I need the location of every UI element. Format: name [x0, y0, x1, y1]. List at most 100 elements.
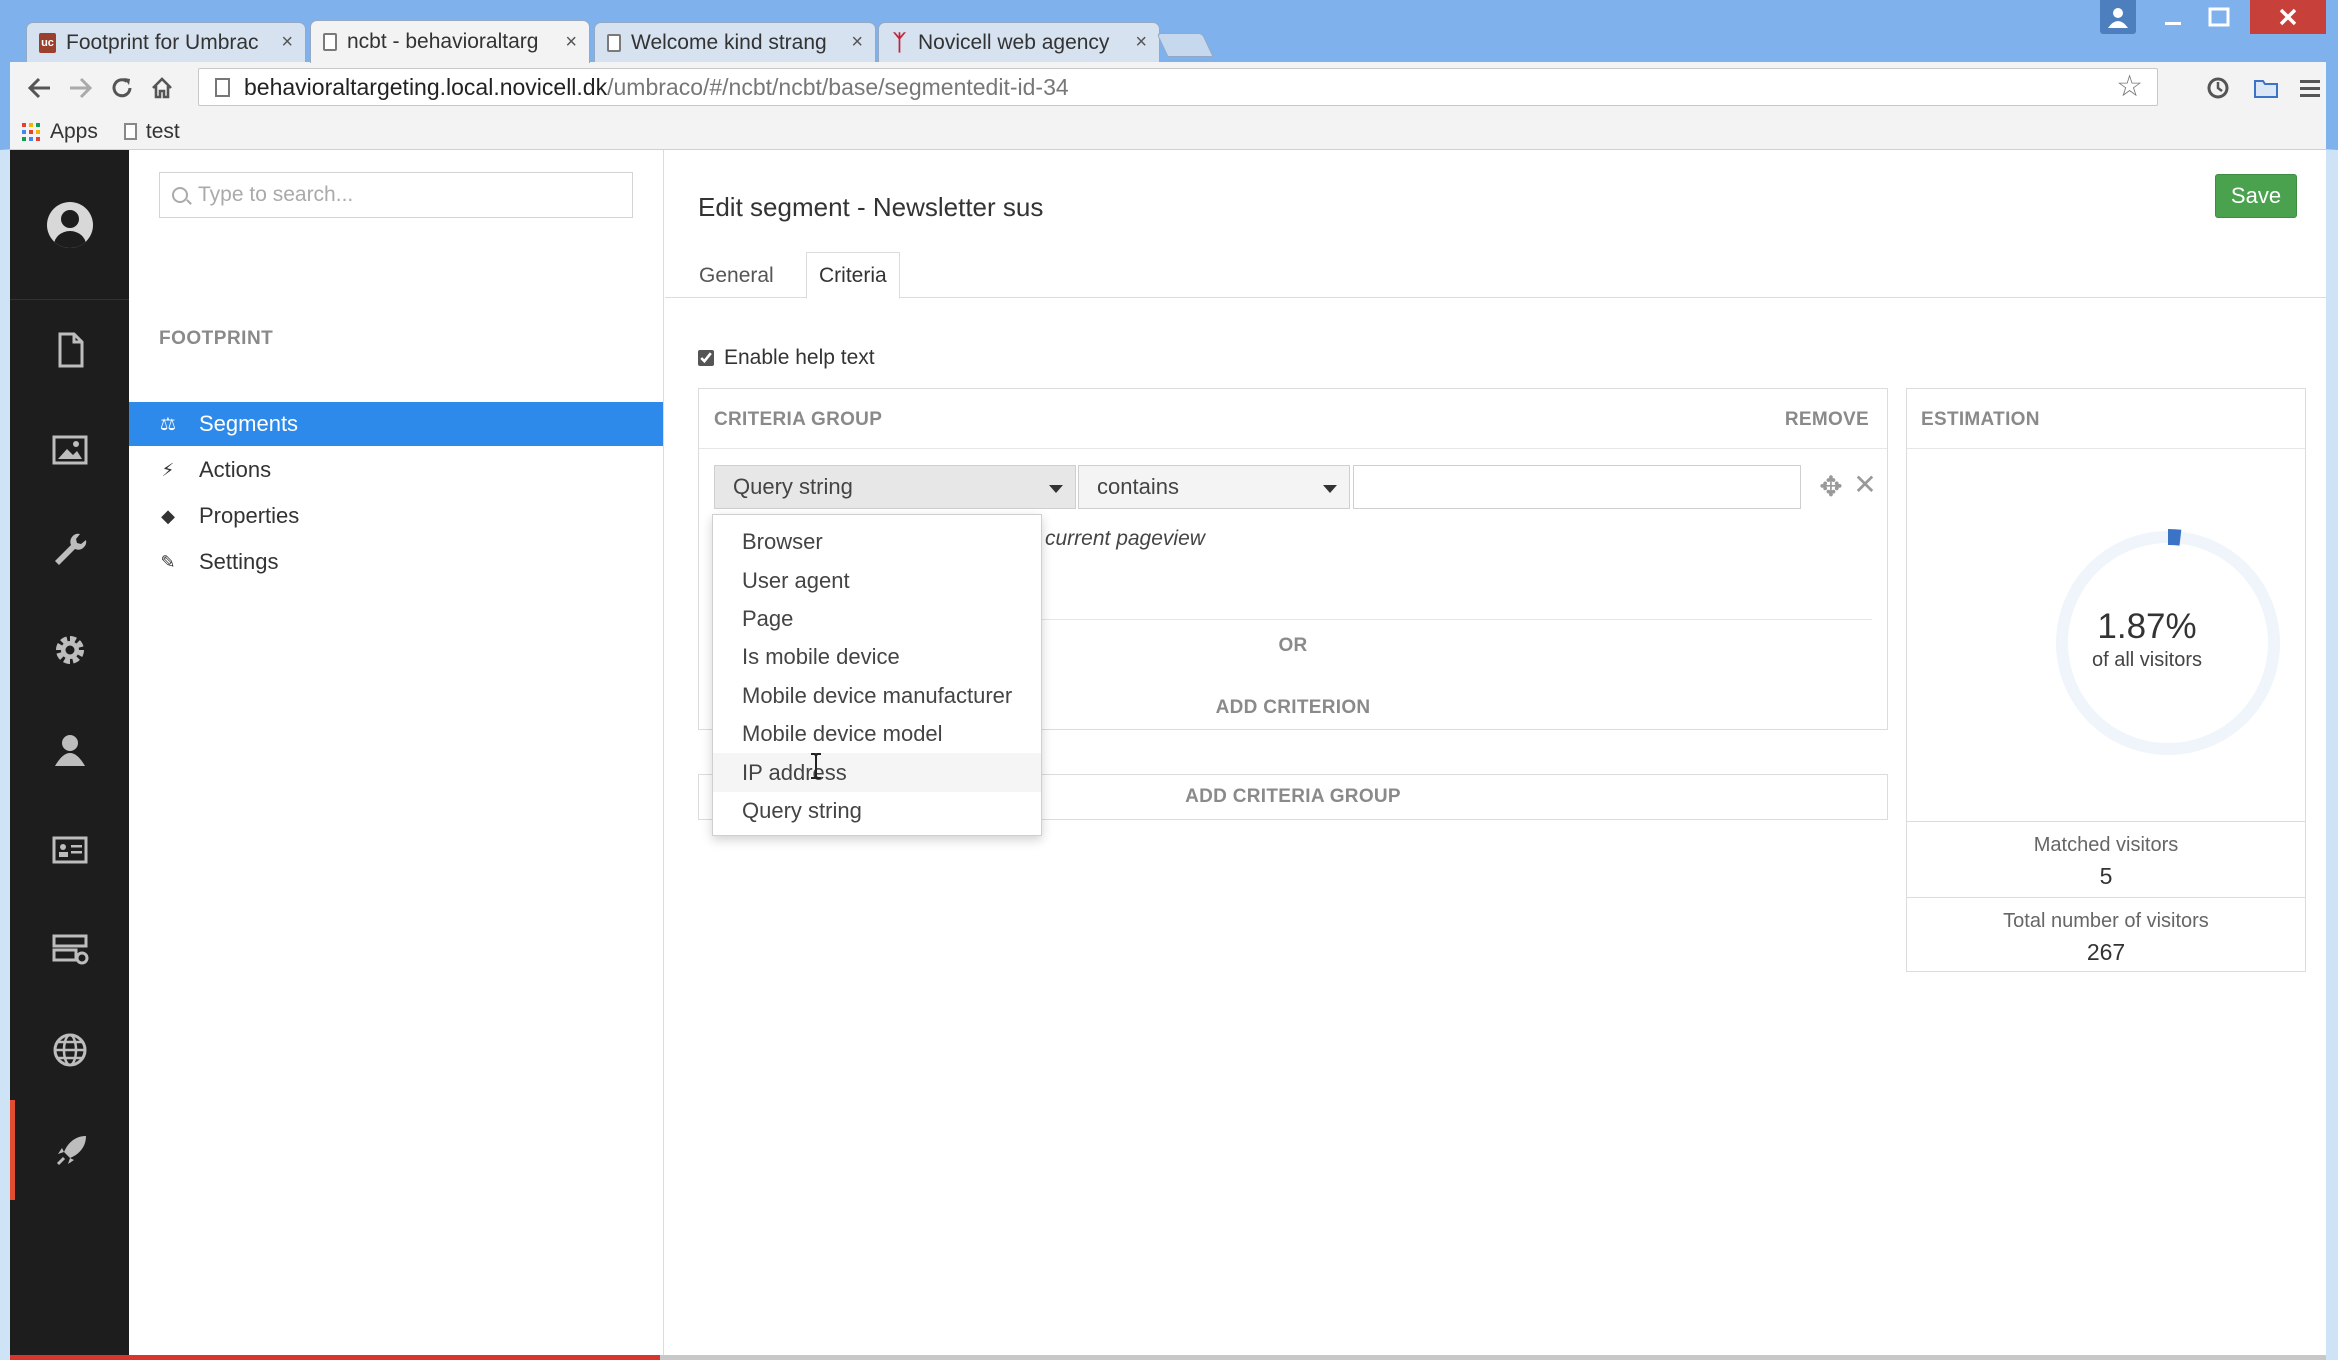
new-tab-button[interactable] — [1156, 33, 1214, 57]
help-text-checkbox[interactable] — [698, 350, 714, 366]
tree-item-label: Settings — [199, 549, 279, 574]
nav-forms[interactable] — [10, 900, 129, 1000]
dropdown-option[interactable]: Browser — [713, 523, 1041, 561]
tag-icon: ◆ — [161, 505, 175, 526]
progress-fill — [10, 1355, 660, 1360]
search-icon — [172, 187, 188, 203]
home-icon[interactable] — [142, 62, 182, 114]
remove-group-link[interactable]: REMOVE — [1785, 409, 1869, 431]
criteria-group-title: CRITERIA GROUP — [714, 409, 883, 430]
close-tab-icon[interactable]: × — [565, 31, 577, 54]
dropdown-option[interactable]: Page — [713, 600, 1041, 638]
back-arrow-icon[interactable] — [20, 62, 60, 114]
search-input[interactable] — [198, 183, 618, 207]
scale-icon: ⚖ — [159, 413, 177, 434]
dropdown-option[interactable]: User agent — [713, 561, 1041, 599]
browser-titlebar: uc Footprint for Umbrac × ncbt - behavio… — [0, 0, 2338, 63]
criterion-operator-select[interactable]: contains — [1078, 465, 1350, 509]
nav-settings-wrench[interactable] — [10, 500, 129, 600]
tree-item-label: Actions — [199, 457, 272, 482]
extension-sync-icon[interactable] — [2198, 62, 2238, 114]
menu-hamburger-icon[interactable] — [2290, 62, 2330, 114]
enable-help-text[interactable]: Enable help text — [698, 346, 875, 370]
add-criteria-group-label: ADD CRITERIA GROUP — [1185, 786, 1401, 807]
page-icon — [323, 33, 337, 51]
criterion-field-select[interactable]: Query string — [714, 465, 1076, 509]
extension-folder-icon[interactable] — [2246, 62, 2286, 114]
nav-media[interactable] — [10, 400, 129, 500]
dropdown-option[interactable]: Is mobile device — [713, 638, 1041, 676]
nav-content[interactable] — [10, 300, 129, 400]
caret-down-icon — [1049, 485, 1063, 493]
donut-arc — [2167, 529, 2182, 546]
bookmark-label: test — [145, 119, 180, 143]
tab-label: ncbt - behavioraltarg — [347, 30, 539, 53]
dropdown-option[interactable]: Query string — [713, 792, 1041, 830]
criterion-value-input[interactable] — [1353, 465, 1801, 509]
page-icon — [215, 77, 230, 97]
estimation-panel: ESTIMATION 1.87% of all visitors Matched… — [1906, 388, 2306, 972]
nav-footprint[interactable] — [10, 1100, 129, 1200]
dropdown-option[interactable]: Mobile device manufacturer — [713, 677, 1041, 715]
criteria-group-header: CRITERIA GROUP REMOVE — [699, 389, 1887, 449]
forward-arrow-icon[interactable] — [60, 62, 100, 114]
tree-search[interactable] — [159, 172, 633, 218]
bookmark-test[interactable]: test — [123, 119, 180, 144]
browser-tab-ncbt[interactable]: ncbt - behavioraltarg × — [310, 20, 590, 63]
wrench-icon: ✎ — [160, 551, 176, 572]
nav-users[interactable] — [10, 700, 129, 800]
nav-translation[interactable] — [10, 1000, 129, 1100]
segment-editor: Edit segment - Newsletter sus Save Gener… — [665, 150, 2326, 1360]
server-icon — [52, 934, 88, 965]
close-tab-icon[interactable]: × — [281, 31, 293, 54]
browser-tab-welcome[interactable]: Welcome kind strang × — [594, 22, 876, 62]
criterion-help-text: current pageview — [1045, 527, 1205, 550]
avatar-icon — [46, 201, 93, 248]
nav-members[interactable] — [10, 800, 129, 900]
user-avatar[interactable] — [10, 150, 129, 300]
minimize-icon[interactable] — [2150, 0, 2196, 34]
tab-general[interactable]: General — [687, 252, 786, 299]
help-text-label: Enable help text — [724, 346, 875, 369]
tree-item-properties[interactable]: ◆ Properties — [129, 494, 663, 538]
dropdown-option[interactable]: Mobile device model — [713, 715, 1041, 753]
tree-item-actions[interactable]: ⚡ Actions — [129, 448, 663, 492]
tree-item-segments[interactable]: ⚖ Segments — [129, 402, 663, 446]
bookmark-apps[interactable]: Apps — [22, 120, 98, 144]
stat-label: Total number of visitors — [2003, 910, 2209, 932]
save-button[interactable]: Save — [2215, 174, 2297, 218]
caret-down-icon — [1323, 485, 1337, 493]
bookmark-star-icon[interactable]: ☆ — [2116, 69, 2143, 105]
move-icon[interactable]: ✥ — [1817, 473, 1845, 501]
nav-developer[interactable] — [10, 600, 129, 700]
remove-criterion-icon[interactable]: ✕ — [1851, 471, 1879, 499]
user-icon — [54, 735, 85, 766]
estimation-subtitle: of all visitors — [2091, 649, 2203, 671]
page-icon — [607, 33, 621, 52]
reload-icon[interactable] — [102, 62, 142, 114]
bookmark-label: Apps — [50, 119, 98, 143]
tab-label: Welcome kind strang — [631, 30, 827, 54]
maximize-icon[interactable] — [2196, 0, 2242, 34]
rocket-icon — [56, 1136, 86, 1166]
tab-label: Footprint for Umbrac — [66, 30, 259, 54]
total-visitors-stat: Total number of visitors 267 — [1907, 897, 2305, 973]
close-tab-icon[interactable]: × — [1135, 31, 1147, 54]
stat-value: 267 — [2086, 939, 2126, 965]
globe-icon — [53, 1033, 86, 1067]
tree-item-label: Properties — [199, 503, 300, 528]
address-bar[interactable]: behavioraltargeting.local.novicell.dk/um… — [198, 68, 2158, 106]
field-dropdown-menu: Browser User agent Page Is mobile device… — [712, 514, 1042, 836]
tree-item-label: Segments — [199, 411, 299, 436]
tree-panel: FOOTPRINT ⚖ Segments ⚡ Actions ◆ Propert… — [129, 150, 664, 1360]
browser-tab-footprint[interactable]: uc Footprint for Umbrac × — [26, 22, 306, 62]
tab-criteria[interactable]: Criteria — [806, 252, 900, 299]
browser-tab-novicell[interactable]: ᛉ Novicell web agency × — [878, 22, 1160, 62]
close-window-icon[interactable] — [2250, 0, 2326, 34]
tree-item-settings[interactable]: ✎ Settings — [129, 540, 663, 584]
close-tab-icon[interactable]: × — [851, 31, 863, 54]
dropdown-option-hovered[interactable]: IP address — [713, 753, 1041, 792]
page-title: Edit segment - Newsletter sus — [698, 192, 1044, 222]
user-profile-icon[interactable] — [2100, 0, 2136, 34]
apps-grid-icon — [22, 122, 40, 141]
